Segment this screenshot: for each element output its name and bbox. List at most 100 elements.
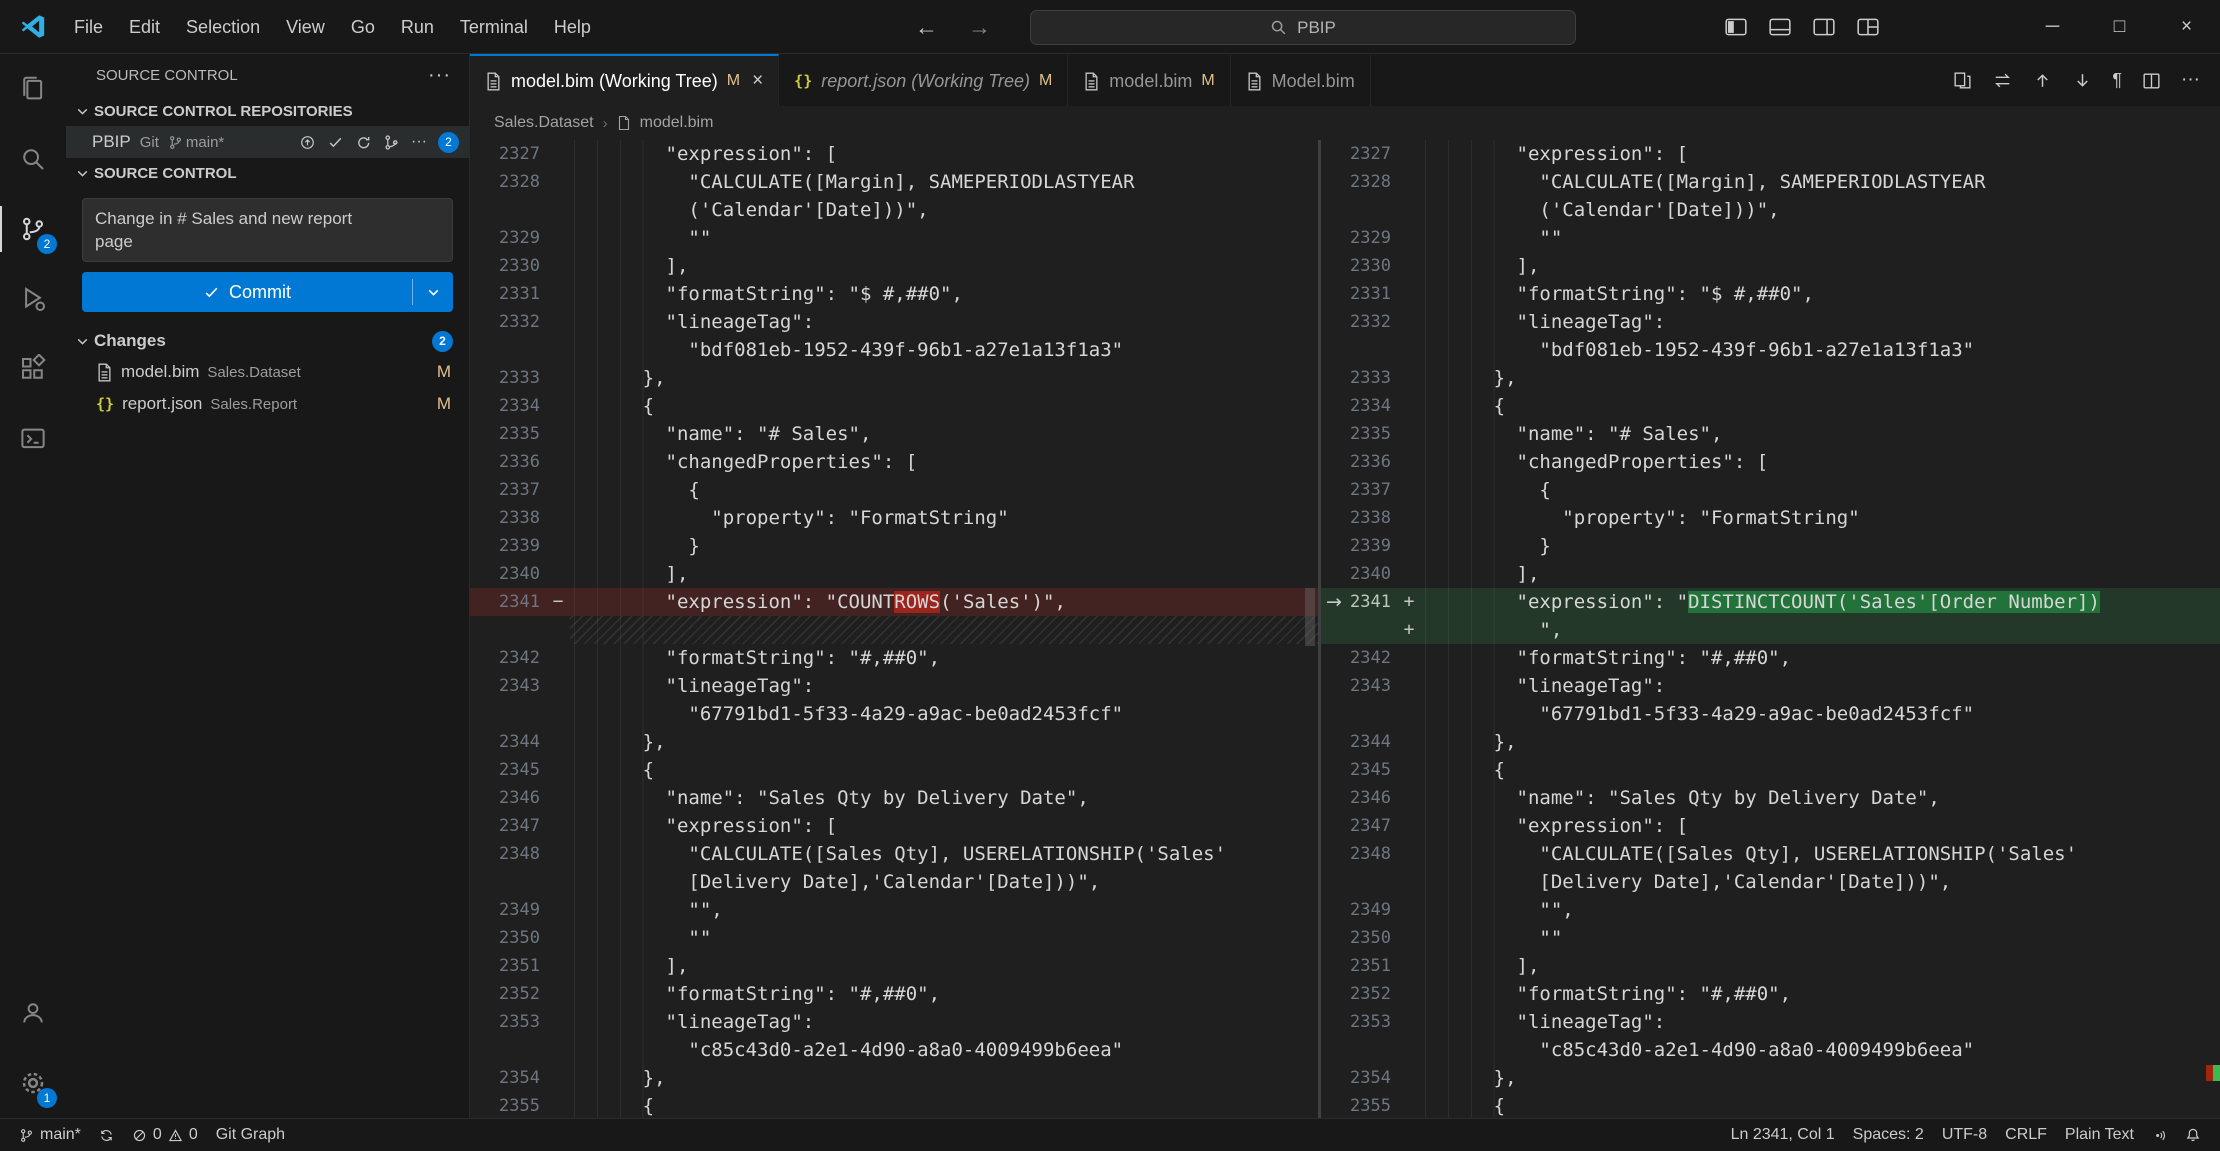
menu-edit[interactable]: Edit	[116, 9, 173, 45]
code-line[interactable]: 2333 },	[470, 364, 1318, 392]
publish-icon[interactable]	[299, 134, 316, 151]
code-line[interactable]: 2349 "",	[470, 896, 1318, 924]
menu-run[interactable]: Run	[388, 9, 447, 45]
code-line[interactable]: 2354 },	[1321, 1064, 2220, 1092]
code-line[interactable]: 2344 },	[470, 728, 1318, 756]
code-line[interactable]: 2347 "expression": [	[1321, 812, 2220, 840]
more-actions-icon[interactable]: ···	[2181, 69, 2200, 91]
refresh-icon[interactable]	[355, 134, 372, 151]
code-line[interactable]: 2337 {	[470, 476, 1318, 504]
code-line[interactable]: 2346 "name": "Sales Qty by Delivery Date…	[1321, 784, 2220, 812]
code-line[interactable]: "c85c43d0-a2e1-4d90-a8a0-4009499b6eea"	[1321, 1036, 2220, 1064]
code-line[interactable]: 2352 "formatString": "#,##0",	[470, 980, 1318, 1008]
toggle-panel-icon[interactable]	[1768, 16, 1792, 38]
change-row[interactable]: {} report.json Sales.Report M	[66, 388, 469, 420]
code-line[interactable]: 2343 "lineageTag":	[1321, 672, 2220, 700]
status-eol[interactable]: CRLF	[1996, 1119, 2056, 1151]
code-line[interactable]: 2351 ],	[1321, 952, 2220, 980]
code-line[interactable]: 2329 ""	[470, 224, 1318, 252]
code-line[interactable]: 2345 {	[470, 756, 1318, 784]
code-line[interactable]: 2347 "expression": [	[470, 812, 1318, 840]
code-line[interactable]: 2339 }	[470, 532, 1318, 560]
code-line[interactable]: 2331 "formatString": "$ #,##0",	[1321, 280, 2220, 308]
editor-tab[interactable]: model.bim M	[1068, 54, 1231, 106]
editor-tab[interactable]: {} report.json (Working Tree) M	[779, 54, 1069, 106]
code-line[interactable]: 2345 {	[1321, 756, 2220, 784]
revert-block-arrow-icon[interactable]: →	[1326, 588, 1342, 616]
code-line[interactable]: 2348 "CALCULATE([Sales Qty], USERELATION…	[1321, 840, 2220, 868]
command-center-search[interactable]: PBIP	[1030, 10, 1576, 45]
accounts-icon[interactable]	[0, 978, 66, 1048]
code-line[interactable]: 2352 "formatString": "#,##0",	[1321, 980, 2220, 1008]
menu-go[interactable]: Go	[338, 9, 388, 45]
code-line[interactable]: 2355 {	[1321, 1092, 2220, 1118]
code-line[interactable]: [Delivery Date],'Calendar'[Date]))",	[1321, 868, 2220, 896]
commit-dropdown-button[interactable]	[413, 272, 453, 312]
open-changes-icon[interactable]	[1952, 70, 1973, 91]
code-line[interactable]: 2353 "lineageTag":	[470, 1008, 1318, 1036]
status-encoding[interactable]: UTF-8	[1933, 1119, 1996, 1151]
status-indentation[interactable]: Spaces: 2	[1844, 1119, 1933, 1151]
code-line[interactable]: 2353 "lineageTag":	[1321, 1008, 2220, 1036]
code-line[interactable]	[470, 616, 1318, 644]
code-line[interactable]: 2335 "name": "# Sales",	[470, 420, 1318, 448]
breadcrumb-file[interactable]: model.bim	[640, 114, 714, 132]
code-line[interactable]: 2333 },	[1321, 364, 2220, 392]
code-line[interactable]: 2341 + "expression": "DISTINCTCOUNT('Sale…	[1321, 588, 2220, 616]
code-line[interactable]: 2342 "formatString": "#,##0",	[470, 644, 1318, 672]
code-line[interactable]: 2338 "property": "FormatString"	[470, 504, 1318, 532]
code-line[interactable]: 2344 },	[1321, 728, 2220, 756]
menu-selection[interactable]: Selection	[173, 9, 273, 45]
git-graph-icon[interactable]	[383, 134, 400, 151]
run-debug-icon[interactable]	[0, 264, 66, 334]
code-line[interactable]: 2330 ],	[470, 252, 1318, 280]
previous-change-icon[interactable]	[2032, 70, 2053, 91]
code-line[interactable]: 2351 ],	[470, 952, 1318, 980]
status-git-graph[interactable]: Git Graph	[207, 1119, 294, 1151]
section-repositories[interactable]: SOURCE CONTROL REPOSITORIES	[66, 96, 469, 126]
code-line[interactable]: 2336 "changedProperties": [	[1321, 448, 2220, 476]
swap-sides-icon[interactable]	[1992, 70, 2013, 91]
search-sidebar-icon[interactable]	[0, 124, 66, 194]
code-line[interactable]: 2341− "expression": "COUNTROWS('Sales')"…	[470, 588, 1318, 616]
code-line[interactable]: "67791bd1-5f33-4a29-a9ac-be0ad2453fcf"	[470, 700, 1318, 728]
section-source-control[interactable]: SOURCE CONTROL	[66, 158, 469, 188]
status-cursor-position[interactable]: Ln 2341, Col 1	[1722, 1119, 1844, 1151]
code-line[interactable]: 2336 "changedProperties": [	[470, 448, 1318, 476]
close-window-button[interactable]: ×	[2153, 0, 2220, 54]
code-line[interactable]: ('Calendar'[Date]))",	[1321, 196, 2220, 224]
menu-file[interactable]: File	[61, 9, 116, 45]
customize-layout-icon[interactable]	[1856, 16, 1880, 38]
code-line[interactable]: 2331 "formatString": "$ #,##0",	[470, 280, 1318, 308]
code-line[interactable]: 2340 ],	[1321, 560, 2220, 588]
changes-section-header[interactable]: Changes 2	[66, 326, 469, 356]
split-editor-icon[interactable]	[2141, 70, 2162, 91]
code-line[interactable]: ('Calendar'[Date]))",	[470, 196, 1318, 224]
source-control-icon[interactable]: 2	[0, 194, 66, 264]
commit-check-icon[interactable]	[327, 134, 344, 151]
code-line[interactable]: 2327 "expression": [	[470, 140, 1318, 168]
code-line[interactable]: "bdf081eb-1952-439f-96b1-a27e1a13f1a3"	[1321, 336, 2220, 364]
repo-more-icon[interactable]: ···	[411, 133, 427, 151]
toggle-secondary-sidebar-icon[interactable]	[1812, 16, 1836, 38]
toggle-primary-sidebar-icon[interactable]	[1724, 16, 1748, 38]
code-line[interactable]: 2332 "lineageTag":	[470, 308, 1318, 336]
notifications-bell-icon[interactable]	[2176, 1119, 2210, 1151]
code-line[interactable]: 2346 "name": "Sales Qty by Delivery Date…	[470, 784, 1318, 812]
commit-message-input[interactable]: Change in # Sales and new report page	[82, 198, 453, 262]
editor-tab[interactable]: Model.bim	[1230, 54, 1371, 106]
menu-view[interactable]: View	[273, 9, 338, 45]
status-branch[interactable]: main*	[10, 1119, 90, 1151]
code-line[interactable]: 2349 "",	[1321, 896, 2220, 924]
explorer-icon[interactable]	[0, 54, 66, 124]
code-line[interactable]: 2327 "expression": [	[1321, 140, 2220, 168]
code-line[interactable]: 2334 {	[1321, 392, 2220, 420]
status-language-mode[interactable]: Plain Text	[2056, 1119, 2143, 1151]
next-change-icon[interactable]	[2072, 70, 2093, 91]
feedback-icon[interactable]	[2143, 1119, 2176, 1151]
code-line[interactable]: 2330 ],	[1321, 252, 2220, 280]
code-line[interactable]: 2335 "name": "# Sales",	[1321, 420, 2220, 448]
remote-terminal-icon[interactable]	[0, 404, 66, 474]
minimize-button[interactable]: ─	[2019, 0, 2086, 54]
code-line[interactable]: 2343 "lineageTag":	[470, 672, 1318, 700]
